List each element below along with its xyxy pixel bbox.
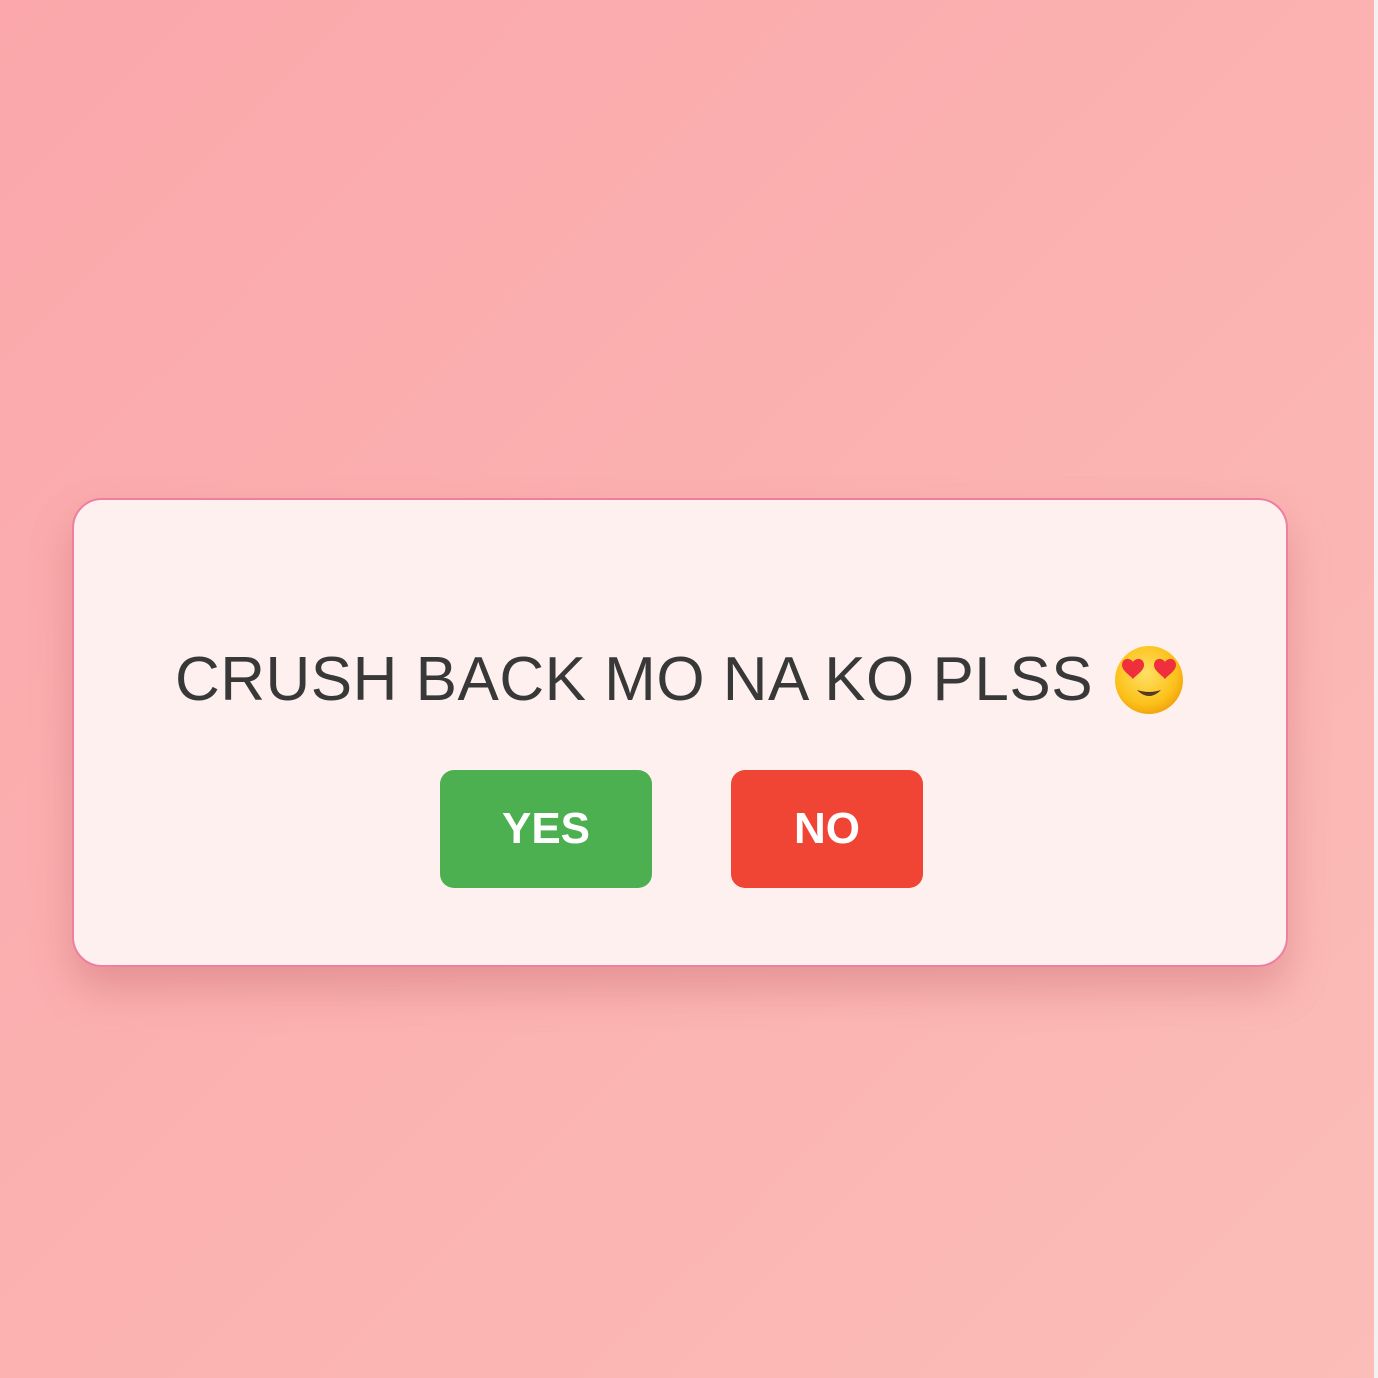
question-dialog: CRUSH BACK MO NA KO PLSS YES NO: [72, 498, 1288, 967]
heart-eyes-emoji-icon: [1113, 644, 1185, 716]
question-row: CRUSH BACK MO NA KO PLSS: [74, 640, 1286, 720]
question-text: CRUSH BACK MO NA KO PLSS: [174, 645, 1094, 714]
yes-button[interactable]: YES: [440, 770, 652, 888]
no-button[interactable]: NO: [731, 770, 923, 888]
window-edge: [1374, 0, 1378, 1378]
